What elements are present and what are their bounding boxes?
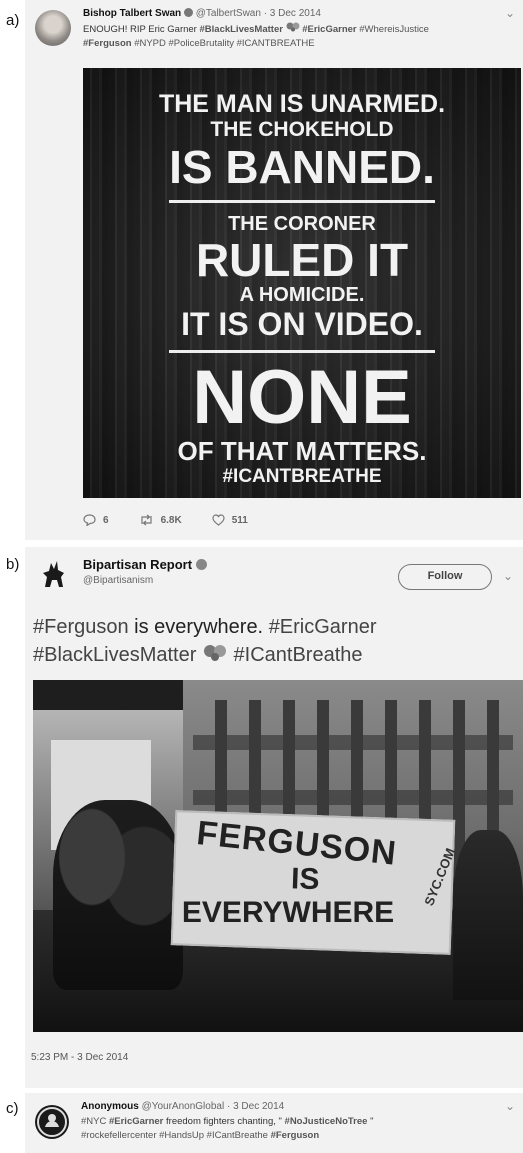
hashtag-links[interactable]: #rockefellercenter #HandsUp #ICantBreath… xyxy=(81,1130,271,1141)
banner-text-line: IS xyxy=(290,862,321,897)
emoji-icon xyxy=(202,642,228,670)
tweet-text: #Ferguson is everywhere. #EricGarner #Bl… xyxy=(33,613,377,670)
crowd-left xyxy=(53,800,183,990)
crowd-right xyxy=(453,830,523,1000)
avatar[interactable] xyxy=(37,557,71,591)
author-name[interactable]: Bipartisan Report xyxy=(83,557,192,572)
handle[interactable]: @Bipartisanism xyxy=(83,575,153,586)
banner-text-line: EVERYWHERE xyxy=(181,896,395,930)
poster-line: A HOMICIDE. xyxy=(239,284,365,306)
poster-line: IT IS ON VIDEO. xyxy=(181,306,423,342)
hashtag-link[interactable]: #Ferguson xyxy=(83,38,132,49)
verified-badge-icon xyxy=(183,8,193,17)
like-button[interactable]: 511 xyxy=(212,514,248,526)
poster-line: THE CORONER xyxy=(228,213,376,235)
hashtag-link[interactable]: #EricGarner xyxy=(302,24,356,35)
retweet-icon xyxy=(140,514,152,526)
hashtag-link[interactable]: #Ferguson xyxy=(33,616,129,638)
divider xyxy=(169,350,435,353)
avatar[interactable] xyxy=(35,1105,69,1139)
tweet-card-a: Bishop Talbert Swan @TalbertSwan · 3 Dec… xyxy=(25,0,523,540)
like-count: 511 xyxy=(231,514,248,526)
hashtag-link[interactable]: #EricGarner xyxy=(109,1116,163,1127)
tweet-card-b: Bipartisan Report @Bipartisanism Follow … xyxy=(25,547,523,1088)
reply-icon xyxy=(83,514,96,526)
verified-badge-icon xyxy=(195,559,207,570)
hashtag-link[interactable]: #WhereisJustice xyxy=(359,24,429,35)
emoji-icon xyxy=(286,22,300,37)
poster-line: NONE xyxy=(192,355,412,440)
handle-date[interactable]: @YourAnonGlobal · 3 Dec 2014 xyxy=(142,1101,285,1112)
reply-count: 6 xyxy=(103,514,109,526)
author-name[interactable]: Anonymous xyxy=(81,1101,139,1112)
reply-button[interactable]: 6 xyxy=(83,514,109,526)
protest-banner: FERGUSON IS EVERYWHERE SYC.COM xyxy=(170,810,458,955)
hashtag-link[interactable]: #NoJusticeNoTree xyxy=(285,1116,368,1127)
tweet-card-c: Anonymous @YourAnonGlobal · 3 Dec 2014 ⌄… xyxy=(25,1093,523,1153)
tweet-text-prefix: ENOUGH! RIP Eric Garner xyxy=(83,24,200,36)
chevron-down-icon[interactable]: ⌄ xyxy=(505,1099,515,1113)
hashtag-link[interactable]: #ICantBreathe xyxy=(234,644,363,666)
hashtag-link[interactable]: #EricGarner xyxy=(269,616,377,638)
tweet-text-body: " xyxy=(367,1116,374,1127)
retweet-button[interactable]: 6.8K xyxy=(139,514,182,526)
panel-label-b: b) xyxy=(6,556,20,573)
banner-side-text: SYC.COM xyxy=(421,845,458,908)
follow-label: Follow xyxy=(427,570,463,582)
tweet-text: ENOUGH! RIP Eric Garner #BlackLivesMatte… xyxy=(83,22,429,51)
tweet-image[interactable]: THE MAN IS UNARMED. THE CHOKEHOLD IS BAN… xyxy=(83,68,521,498)
panel-label-c: c) xyxy=(6,1100,19,1117)
poster-line: IS BANNED. xyxy=(169,141,435,193)
tweet-photo[interactable]: FERGUSON IS EVERYWHERE SYC.COM xyxy=(33,680,523,1032)
hashtag-link[interactable]: #BlackLivesMatter xyxy=(200,24,283,35)
hashtag-links[interactable]: #NYPD #PoliceBrutality #ICANTBREATHE xyxy=(134,38,314,49)
poster-line: OF THAT MATTERS. xyxy=(177,436,427,466)
poster-line: THE CHOKEHOLD xyxy=(210,118,394,141)
chevron-down-icon[interactable]: ⌄ xyxy=(503,569,513,583)
hashtag-link[interactable]: #BlackLivesMatter xyxy=(33,644,196,666)
divider xyxy=(169,200,435,203)
hashtag-link[interactable]: #NYC xyxy=(81,1116,109,1127)
tweet-text-body: is everywhere. xyxy=(128,616,269,638)
panel-label-a: a) xyxy=(6,12,20,29)
chevron-down-icon[interactable]: ⌄ xyxy=(505,6,515,20)
tweet-text-body: freedom fighters chanting, " xyxy=(163,1116,285,1127)
poster-line: RULED IT xyxy=(195,234,409,286)
tweet-text: #NYC #EricGarner freedom fighters chanti… xyxy=(81,1115,373,1143)
retweet-count: 6.8K xyxy=(160,514,182,526)
like-icon xyxy=(212,514,225,526)
follow-button[interactable]: Follow xyxy=(398,564,492,590)
hashtag-link[interactable]: #Ferguson xyxy=(271,1130,320,1141)
handle-date[interactable]: @TalbertSwan · 3 Dec 2014 xyxy=(196,8,321,19)
poster-line: THE MAN IS UNARMED. xyxy=(158,90,446,118)
avatar[interactable] xyxy=(35,10,71,46)
tweet-actions: 6 6.8K 511 xyxy=(83,514,248,526)
author-name[interactable]: Bishop Talbert Swan xyxy=(83,8,181,19)
poster-line: #ICANTBREATHE xyxy=(222,466,382,487)
tweet-timestamp[interactable]: 5:23 PM - 3 Dec 2014 xyxy=(31,1052,128,1063)
